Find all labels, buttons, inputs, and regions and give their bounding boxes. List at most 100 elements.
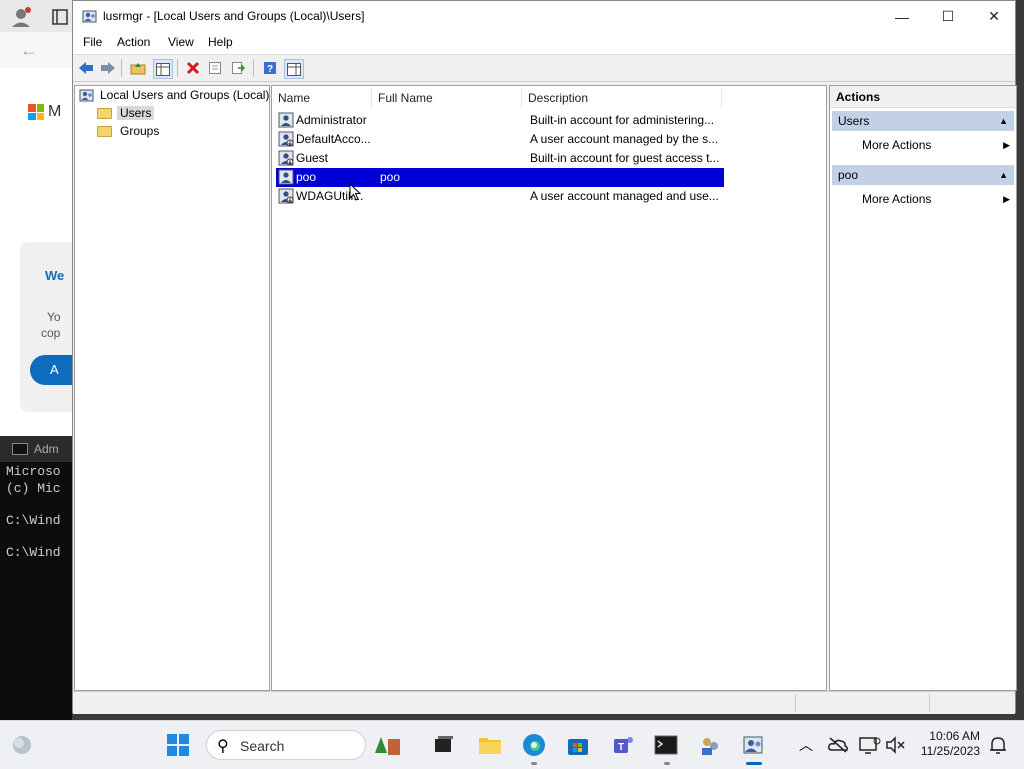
- menu-action[interactable]: Action: [117, 35, 150, 49]
- up-one-level-button[interactable]: [129, 59, 147, 77]
- user-icon: [278, 131, 294, 147]
- weather-widget[interactable]: [10, 733, 34, 757]
- browser-brand-text: M: [48, 103, 62, 120]
- network-button[interactable]: [858, 733, 882, 757]
- status-bar: [73, 691, 1015, 714]
- volume-button[interactable]: [884, 733, 908, 757]
- user-description: Built-in account for guest access t...: [530, 151, 720, 165]
- browser-action-button[interactable]: A: [30, 355, 72, 385]
- file-explorer-button[interactable]: [478, 733, 502, 757]
- help-button[interactable]: ?: [261, 59, 279, 77]
- table-row[interactable]: Administrator Built-in account for admin…: [276, 111, 724, 130]
- back-button[interactable]: [77, 59, 95, 77]
- welcome-heading: We: [45, 268, 65, 283]
- user-name: WDAGUtili...: [296, 189, 364, 203]
- actions-pane: Actions Users ▲ More Actions ▶ poo ▲ Mor…: [829, 85, 1017, 691]
- column-header-description[interactable]: Description: [522, 88, 722, 108]
- terminal-button[interactable]: [654, 733, 678, 757]
- terminal-line: C:\Wind: [6, 545, 61, 560]
- taskbar-search-box[interactable]: ⚲ Search: [206, 730, 400, 760]
- search-highlight-icon: [375, 737, 400, 755]
- actions-section-users[interactable]: Users ▲: [832, 111, 1014, 131]
- clock-time: 10:06 AM: [929, 729, 980, 743]
- search-label: Search: [240, 738, 285, 754]
- notifications-button[interactable]: [986, 733, 1010, 757]
- submenu-arrow-icon: ▶: [1003, 140, 1010, 150]
- microsoft-logo-icon: [28, 104, 44, 120]
- edge-browser-button[interactable]: [522, 733, 546, 757]
- menu-file[interactable]: File: [83, 35, 102, 49]
- delete-button[interactable]: [184, 59, 202, 77]
- table-row-selected[interactable]: poo poo: [276, 168, 724, 187]
- terminal-icon: [12, 443, 28, 455]
- mouse-cursor-icon: [349, 183, 361, 201]
- table-row[interactable]: WDAGUtili... A user account managed and …: [276, 187, 724, 206]
- show-hide-console-tree-button[interactable]: [153, 59, 173, 79]
- tree-root-local-users-and-groups[interactable]: Local Users and Groups (Local): [79, 86, 269, 104]
- start-button[interactable]: [166, 733, 190, 757]
- console-tree-pane: Local Users and Groups (Local) Users Gro…: [74, 85, 270, 691]
- taskbar-clock[interactable]: 10:06 AM 11/25/2023: [918, 729, 980, 759]
- tab-actions-icon[interactable]: [52, 9, 68, 25]
- lusrmgr-taskbar-button[interactable]: [742, 733, 766, 757]
- collapse-up-icon: ▲: [999, 116, 1008, 126]
- network-monitor-icon: [859, 737, 881, 754]
- actions-section-poo[interactable]: poo ▲: [832, 165, 1014, 185]
- user-name: Administrator: [296, 113, 367, 127]
- column-header-full-name[interactable]: Full Name: [372, 88, 522, 108]
- actions-section-label: Users: [838, 114, 870, 128]
- actions-pane-title: Actions: [830, 86, 1016, 108]
- svg-text:?: ?: [267, 64, 273, 75]
- minimize-button[interactable]: —: [879, 1, 925, 32]
- export-list-button[interactable]: [229, 59, 247, 77]
- tree-item-groups[interactable]: Groups: [97, 122, 162, 140]
- user-icon: [278, 188, 294, 204]
- task-view-button[interactable]: [432, 733, 456, 757]
- user-icon: [278, 112, 294, 128]
- close-icon: ✕: [988, 8, 1000, 24]
- column-header-name[interactable]: Name: [272, 88, 372, 108]
- forward-button[interactable]: [99, 59, 117, 77]
- terminal-tab-label: Adm: [34, 442, 59, 456]
- user-description: A user account managed by the s...: [530, 132, 719, 146]
- search-icon: ⚲: [217, 738, 229, 755]
- profile-icon[interactable]: [10, 6, 32, 28]
- computer-management-button[interactable]: [698, 733, 722, 757]
- more-actions-poo[interactable]: More Actions ▶: [862, 189, 1012, 209]
- title-bar[interactable]: lusrmgr - [Local Users and Groups (Local…: [73, 1, 1015, 32]
- user-name: DefaultAcco...: [296, 132, 371, 146]
- microsoft-store-button[interactable]: [566, 733, 590, 757]
- close-button[interactable]: ✕: [971, 1, 1017, 32]
- back-arrow-icon[interactable]: ←: [20, 40, 38, 61]
- menu-view[interactable]: View: [168, 35, 194, 49]
- background-terminal-window: Adm Microso (c) Mic C:\Wind C:\Wind: [0, 436, 72, 720]
- back-arrow-icon: [79, 62, 93, 74]
- running-indicator: [664, 762, 670, 765]
- table-row[interactable]: DefaultAcco... A user account managed by…: [276, 130, 724, 149]
- lusrmgr-app-icon: [82, 10, 97, 23]
- maximize-button[interactable]: ☐: [925, 1, 971, 32]
- lusrmgr-window: lusrmgr - [Local Users and Groups (Local…: [72, 0, 1017, 714]
- show-hide-action-pane-button[interactable]: [284, 59, 304, 79]
- teams-button[interactable]: T: [612, 733, 636, 757]
- onedrive-button[interactable]: [826, 733, 850, 757]
- delete-x-icon: [186, 61, 200, 75]
- welcome-text-2: cop: [41, 326, 61, 340]
- properties-button[interactable]: [206, 59, 224, 77]
- tree-item-users[interactable]: Users: [97, 104, 155, 122]
- console-tree-icon: [156, 62, 170, 76]
- notification-bell-icon: [990, 737, 1006, 754]
- help-icon: ?: [264, 62, 276, 75]
- terminal-tab[interactable]: Adm: [0, 436, 72, 462]
- menu-help[interactable]: Help: [208, 35, 233, 49]
- active-app-indicator: [746, 762, 762, 765]
- tree-root-label: Local Users and Groups (Local): [100, 88, 270, 102]
- terminal-icon: [654, 735, 678, 755]
- show-hidden-icons-button[interactable]: ︿: [794, 733, 818, 757]
- more-actions-users[interactable]: More Actions ▶: [862, 135, 1012, 155]
- window-title: lusrmgr - [Local Users and Groups (Local…: [103, 9, 365, 23]
- user-name: poo: [296, 170, 317, 184]
- properties-icon: [209, 62, 221, 74]
- table-row[interactable]: Guest Built-in account for guest access …: [276, 149, 724, 168]
- maximize-icon: ☐: [941, 8, 955, 24]
